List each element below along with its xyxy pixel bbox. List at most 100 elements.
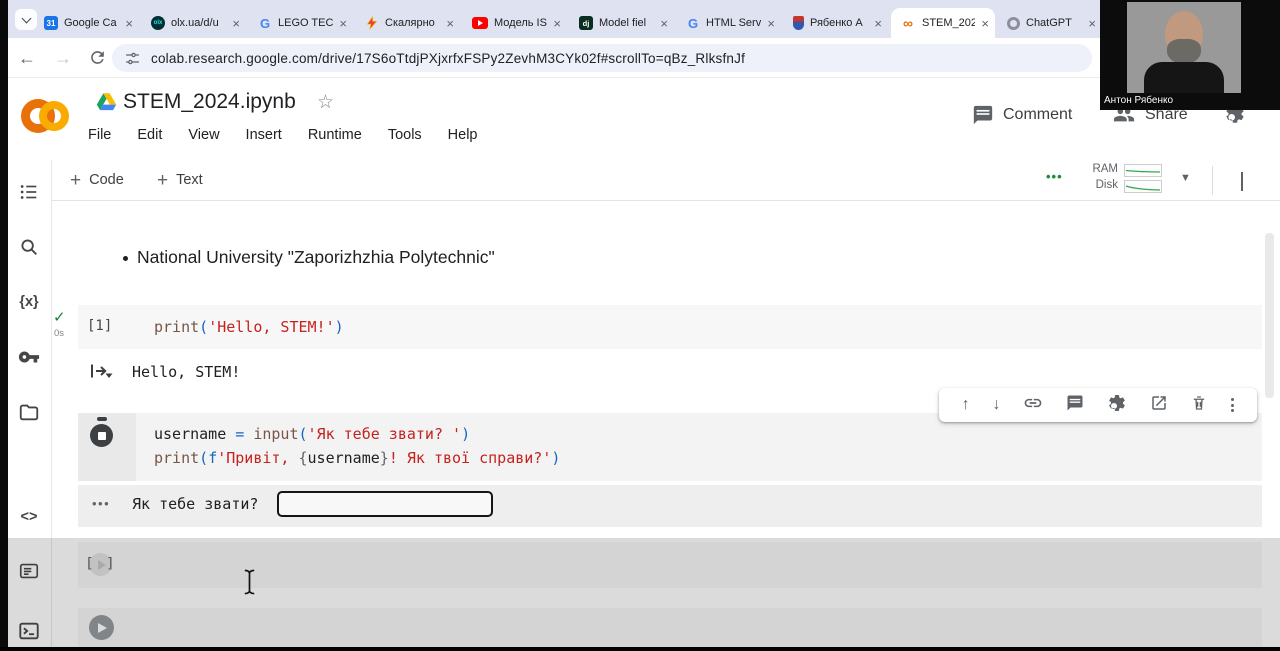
screen-capture: 31 Google Ca × olx olx.ua/d/u × G LEGO T… bbox=[0, 0, 1280, 651]
plus-icon: + bbox=[157, 171, 168, 190]
menu-file[interactable]: File bbox=[88, 127, 111, 143]
url-field[interactable]: colab.research.google.com/drive/17S6oTtd… bbox=[112, 44, 1092, 72]
code-line[interactable]: username = input('Як тебе звати? ') bbox=[154, 422, 470, 446]
tab-close-icon[interactable]: × bbox=[874, 17, 882, 30]
browser-tab[interactable]: dj Model fiel × bbox=[570, 8, 674, 38]
forward-button[interactable]: → bbox=[52, 47, 74, 69]
scrollbar-thumb[interactable] bbox=[1265, 233, 1274, 398]
browser-tab[interactable]: Скалярно × bbox=[356, 8, 460, 38]
copy-link-icon[interactable] bbox=[1023, 393, 1043, 418]
menu-bar: File Edit View Insert Runtime Tools Help bbox=[88, 127, 478, 143]
tab-title: olx.ua/d/u bbox=[171, 17, 226, 29]
pending-code-cell[interactable] bbox=[78, 608, 1262, 647]
tab-close-icon[interactable]: × bbox=[446, 17, 454, 30]
tab-close-icon[interactable]: × bbox=[232, 17, 240, 30]
browser-tab-active[interactable]: ∞ STEM_202 × bbox=[891, 8, 995, 38]
terminal-icon[interactable] bbox=[17, 619, 41, 643]
browser-tab[interactable]: 31 Google Ca × bbox=[35, 8, 139, 38]
tab-close-icon[interactable]: × bbox=[660, 17, 668, 30]
table-of-contents-icon[interactable] bbox=[17, 180, 41, 204]
move-cell-down-button[interactable]: ↓ bbox=[993, 397, 1001, 413]
tab-title: ChatGPT bbox=[1026, 17, 1082, 29]
toolbar-divider bbox=[1212, 166, 1213, 195]
menu-view[interactable]: View bbox=[188, 127, 219, 143]
stdin-input-field[interactable] bbox=[277, 491, 493, 517]
webcam-overlay: Антон Рябенко bbox=[1100, 0, 1280, 110]
menu-insert[interactable]: Insert bbox=[246, 127, 282, 143]
reload-button[interactable] bbox=[88, 48, 107, 72]
tab-close-icon[interactable]: × bbox=[125, 17, 133, 30]
tab-close-icon[interactable]: × bbox=[553, 17, 561, 30]
open-in-tab-icon[interactable] bbox=[1150, 394, 1168, 417]
stop-icon bbox=[98, 432, 106, 440]
chevron-up-icon bbox=[1241, 172, 1243, 191]
code-line[interactable]: print(f'Привіт, {username}! Як твої спра… bbox=[154, 446, 560, 470]
runtime-menu-dots-icon[interactable]: ••• bbox=[1046, 169, 1063, 184]
search-icon[interactable] bbox=[17, 235, 41, 259]
stop-execution-button[interactable] bbox=[90, 424, 113, 447]
comment-label: Comment bbox=[1003, 106, 1072, 124]
browser-tab[interactable]: G LEGO TECH × bbox=[249, 8, 353, 38]
university-crest-favicon bbox=[793, 16, 804, 30]
code-snippets-icon[interactable]: <> bbox=[17, 505, 41, 529]
resources-dropdown-icon[interactable]: ▼ bbox=[1180, 172, 1191, 184]
add-text-label: Text bbox=[176, 172, 203, 188]
menu-help[interactable]: Help bbox=[448, 127, 478, 143]
code-line[interactable]: print('Hello, STEM!') bbox=[154, 315, 344, 339]
add-code-button[interactable]: + Code bbox=[70, 166, 124, 194]
disk-usage-sparkline[interactable] bbox=[1124, 180, 1162, 193]
tab-title: STEM_202 bbox=[922, 17, 975, 29]
more-actions-kebab-icon[interactable] bbox=[1231, 398, 1234, 412]
secrets-key-icon[interactable] bbox=[17, 345, 41, 369]
tab-close-icon[interactable]: × bbox=[767, 17, 775, 30]
play-icon bbox=[98, 560, 106, 570]
cell-exec-count[interactable]: [1] bbox=[87, 318, 112, 334]
colab-logo[interactable] bbox=[39, 101, 69, 131]
tab-search-button[interactable] bbox=[15, 9, 37, 30]
tab-title: Google Ca bbox=[64, 17, 119, 29]
text-cursor-icon bbox=[243, 569, 256, 600]
tab-title: Модель IS bbox=[494, 17, 547, 29]
tab-title: Model fiel bbox=[599, 17, 654, 29]
command-palette-icon[interactable] bbox=[17, 559, 41, 583]
browser-tab[interactable]: G HTML Serv × bbox=[677, 8, 781, 38]
google-favicon: G bbox=[686, 16, 700, 30]
move-cell-up-button[interactable]: ↑ bbox=[962, 397, 970, 413]
comment-button[interactable]: Comment bbox=[972, 104, 1072, 126]
variables-icon[interactable]: {x} bbox=[17, 290, 41, 314]
add-comment-icon[interactable] bbox=[1066, 394, 1084, 417]
tab-title: LEGO TECH bbox=[278, 17, 333, 29]
menu-runtime[interactable]: Runtime bbox=[308, 127, 362, 143]
browser-tab[interactable]: olx olx.ua/d/u × bbox=[142, 8, 246, 38]
notebook-title[interactable]: STEM_2024.ipynb bbox=[123, 90, 296, 114]
collapse-sections-button[interactable] bbox=[1241, 172, 1243, 190]
cell-gutter bbox=[78, 413, 136, 481]
google-drive-icon bbox=[96, 92, 117, 117]
person-torso bbox=[1144, 62, 1224, 93]
tab-close-icon[interactable]: × bbox=[981, 17, 989, 30]
menu-edit[interactable]: Edit bbox=[137, 127, 162, 143]
browser-tab[interactable]: ChatGPT × bbox=[998, 8, 1102, 38]
running-spinner-arc bbox=[97, 417, 107, 421]
tab-close-icon[interactable]: × bbox=[339, 17, 347, 30]
add-text-button[interactable]: + Text bbox=[157, 166, 203, 194]
letterbox-bar bbox=[0, 647, 1280, 651]
menu-tools[interactable]: Tools bbox=[388, 127, 422, 143]
star-icon[interactable]: ☆ bbox=[317, 93, 334, 112]
olx-favicon: olx bbox=[151, 16, 165, 30]
running-dots-icon: ••• bbox=[92, 496, 110, 511]
url-text: colab.research.google.com/drive/17S6oTtd… bbox=[151, 51, 745, 66]
tab-close-icon[interactable]: × bbox=[1088, 17, 1096, 30]
cell-output-text: Hello, STEM! bbox=[132, 363, 240, 381]
output-toggle-icon[interactable] bbox=[88, 359, 114, 388]
site-settings-icon[interactable] bbox=[124, 50, 141, 67]
run-cell-button[interactable] bbox=[89, 615, 114, 640]
files-folder-icon[interactable] bbox=[17, 400, 41, 424]
delete-cell-trash-icon[interactable] bbox=[1190, 394, 1208, 417]
markdown-text: National University "Zaporizhzhia Polyte… bbox=[137, 247, 495, 268]
ram-usage-sparkline[interactable] bbox=[1124, 164, 1162, 177]
browser-tab[interactable]: Модель IS × bbox=[463, 8, 567, 38]
cell-settings-gear-icon[interactable] bbox=[1107, 393, 1127, 418]
browser-tab[interactable]: Рябенко А × bbox=[784, 8, 888, 38]
back-button[interactable]: ← bbox=[16, 47, 38, 69]
